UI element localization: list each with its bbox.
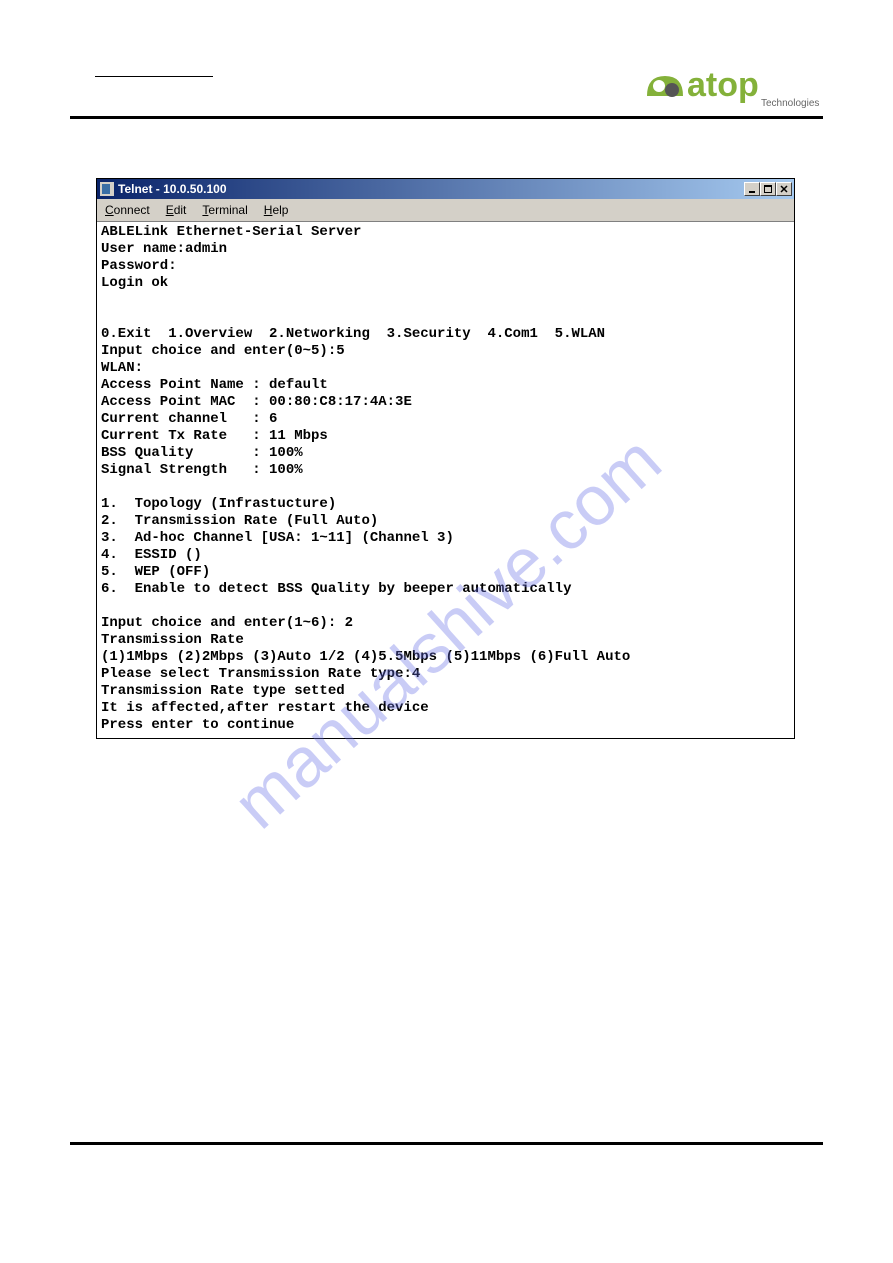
menu-terminal[interactable]: Terminal xyxy=(198,201,251,219)
svg-text:atop: atop xyxy=(687,66,759,104)
menu-bar: Connect Edit Terminal Help xyxy=(97,199,794,222)
window-controls xyxy=(744,182,792,196)
page: atop Technologies manualshive.com Telnet… xyxy=(0,0,893,1263)
bottom-divider xyxy=(70,1142,823,1145)
atop-logo-icon: atop Technologies xyxy=(643,62,823,110)
menu-edit[interactable]: Edit xyxy=(162,201,191,219)
minimize-button[interactable] xyxy=(744,182,760,196)
window-titlebar[interactable]: Telnet - 10.0.50.100 xyxy=(97,179,794,199)
menu-help[interactable]: Help xyxy=(260,201,293,219)
brand-logo: atop Technologies xyxy=(643,62,823,110)
telnet-window: Telnet - 10.0.50.100 Connect Edit Termin… xyxy=(96,178,795,739)
maximize-button[interactable] xyxy=(760,182,776,196)
top-divider xyxy=(70,116,823,119)
close-button[interactable] xyxy=(776,182,792,196)
telnet-app-icon xyxy=(100,182,114,196)
header-underline xyxy=(95,76,213,77)
window-title-text: Telnet - 10.0.50.100 xyxy=(118,182,227,196)
menu-connect[interactable]: Connect xyxy=(101,201,154,219)
terminal-output[interactable]: ABLELink Ethernet-Serial Server User nam… xyxy=(97,222,794,738)
titlebar-left: Telnet - 10.0.50.100 xyxy=(100,182,227,196)
svg-text:Technologies: Technologies xyxy=(761,98,819,109)
